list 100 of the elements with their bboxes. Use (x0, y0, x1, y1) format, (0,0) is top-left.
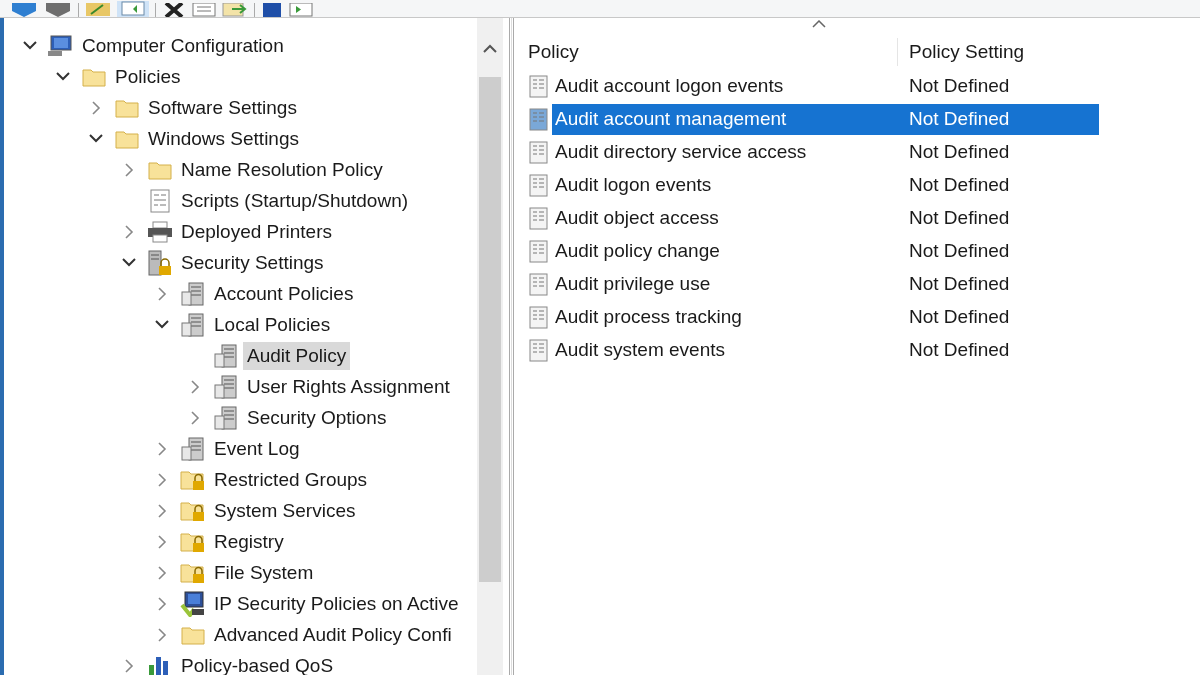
computer-icon (48, 34, 74, 57)
tree-item[interactable]: File System (210, 558, 318, 587)
tree-item[interactable]: Scripts (Startup/Shutdown) (177, 186, 413, 215)
tree-item[interactable]: User Rights Assignment (243, 372, 454, 401)
policy-setting: Not Defined (909, 305, 1010, 330)
chevron-down-icon[interactable] (89, 134, 103, 143)
tree-item[interactable]: Windows Settings (144, 124, 303, 153)
policy-setting: Not Defined (909, 206, 1010, 231)
chevron-down-icon[interactable] (122, 258, 136, 267)
printer-icon (147, 220, 173, 243)
policy-icon (528, 305, 550, 330)
delete-icon[interactable] (162, 3, 186, 17)
policy-icon (528, 206, 550, 231)
folder-icon (181, 624, 205, 645)
column-header[interactable]: Policy (514, 37, 897, 66)
list-row[interactable]: Audit policy change Not Defined (552, 236, 1099, 267)
computer-shield-icon (180, 590, 206, 617)
list-row[interactable]: Audit privilege use Not Defined (552, 269, 1099, 300)
tree-item[interactable]: Local Policies (210, 310, 335, 339)
folder-icon (115, 128, 139, 149)
server-lock-icon (147, 249, 173, 276)
tree-item[interactable]: Restricted Groups (210, 465, 372, 494)
folder-icon (82, 66, 106, 87)
policy-icon (528, 338, 550, 363)
chevron-right-icon[interactable] (124, 224, 134, 239)
policy-server-icon (181, 436, 205, 461)
chevron-right-icon[interactable] (157, 286, 167, 301)
chevron-right-icon[interactable] (190, 410, 200, 425)
chevron-right-icon[interactable] (157, 565, 167, 580)
locked-folder-icon (180, 499, 206, 522)
list-row[interactable]: Audit directory service access Not Defined (552, 137, 1099, 168)
properties-icon[interactable] (192, 3, 216, 17)
policy-name: Audit policy change (554, 239, 721, 264)
policy-setting: Not Defined (909, 338, 1010, 363)
chevron-right-icon[interactable] (124, 162, 134, 177)
policy-setting: Not Defined (909, 173, 1010, 198)
chevron-right-icon[interactable] (157, 503, 167, 518)
policy-name: Audit directory service access (554, 140, 808, 165)
tree-item[interactable]: Security Options (243, 403, 391, 432)
tree-item[interactable]: System Services (210, 496, 360, 525)
chevron-right-icon[interactable] (157, 441, 167, 456)
tree-item[interactable]: Registry (210, 527, 288, 556)
chevron-right-icon[interactable] (91, 100, 101, 115)
policy-setting: Not Defined (909, 272, 1010, 297)
policy-setting: Not Defined (909, 140, 1010, 165)
tree-item[interactable]: Audit Policy (243, 341, 351, 370)
chevron-right-icon[interactable] (157, 596, 167, 611)
policy-name: Audit object access (554, 206, 720, 231)
folder-icon (148, 159, 172, 180)
tree-item[interactable]: Policies (111, 62, 185, 91)
tree-item[interactable]: Security Settings (177, 248, 328, 277)
policy-icon (528, 272, 550, 297)
edit-icon[interactable] (85, 3, 111, 17)
policy-setting: Not Defined (909, 107, 1010, 132)
tree-item[interactable]: Name Resolution Policy (177, 155, 387, 184)
policy-name: Audit system events (554, 338, 727, 363)
pane-view-icon[interactable] (117, 1, 149, 17)
chevron-down-icon[interactable] (155, 320, 169, 329)
policy-setting: Not Defined (909, 74, 1010, 99)
chevron-right-icon[interactable] (157, 472, 167, 487)
list-row[interactable]: Audit logon events Not Defined (552, 170, 1099, 201)
policy-setting: Not Defined (909, 239, 1010, 264)
list-row[interactable]: Audit process tracking Not Defined (552, 302, 1099, 333)
scroll-up-icon[interactable] (483, 44, 497, 53)
chevron-right-icon[interactable] (157, 627, 167, 642)
column-header[interactable]: Policy Setting (897, 37, 1200, 66)
chevron-right-icon[interactable] (190, 379, 200, 394)
list-row[interactable]: Audit account logon events Not Defined (552, 71, 1099, 102)
policy-icon (528, 140, 550, 165)
folder-icon (115, 97, 139, 118)
chevron-down-icon[interactable] (23, 41, 37, 50)
tree-item[interactable]: IP Security Policies on Active (210, 589, 463, 618)
list-row[interactable]: Audit account management Not Defined (552, 104, 1099, 135)
list-row[interactable]: Audit system events Not Defined (552, 335, 1099, 366)
tree-item[interactable]: Deployed Printers (177, 217, 337, 246)
list-row[interactable]: Audit object access Not Defined (552, 203, 1099, 234)
scrollbar-thumb[interactable] (479, 77, 501, 582)
tree-item[interactable]: Advanced Audit Policy Confi (210, 620, 456, 649)
policy-server-icon (214, 374, 238, 399)
forward-arrow-icon[interactable] (44, 3, 72, 17)
policy-name: Audit process tracking (554, 305, 743, 330)
policy-icon (528, 107, 550, 132)
policy-name: Audit account management (554, 107, 788, 132)
tree-item[interactable]: Account Policies (210, 279, 358, 308)
tree-item[interactable]: Computer Configuration (78, 31, 288, 60)
scrollbar[interactable] (477, 18, 503, 675)
policy-name: Audit account logon events (554, 74, 785, 99)
chevron-right-icon[interactable] (124, 658, 134, 673)
policy-name: Audit privilege use (554, 272, 712, 297)
policy-icon (528, 239, 550, 264)
policy-icon (528, 173, 550, 198)
show-pane-icon[interactable] (289, 3, 313, 17)
chevron-down-icon[interactable] (56, 72, 70, 81)
back-arrow-icon[interactable] (10, 3, 38, 17)
tree-item[interactable]: Policy-based QoS (177, 651, 338, 675)
chevron-right-icon[interactable] (157, 534, 167, 549)
export-icon[interactable] (222, 3, 248, 17)
tree-item[interactable]: Event Log (210, 434, 304, 463)
locked-folder-icon (180, 468, 206, 491)
tree-item[interactable]: Software Settings (144, 93, 301, 122)
